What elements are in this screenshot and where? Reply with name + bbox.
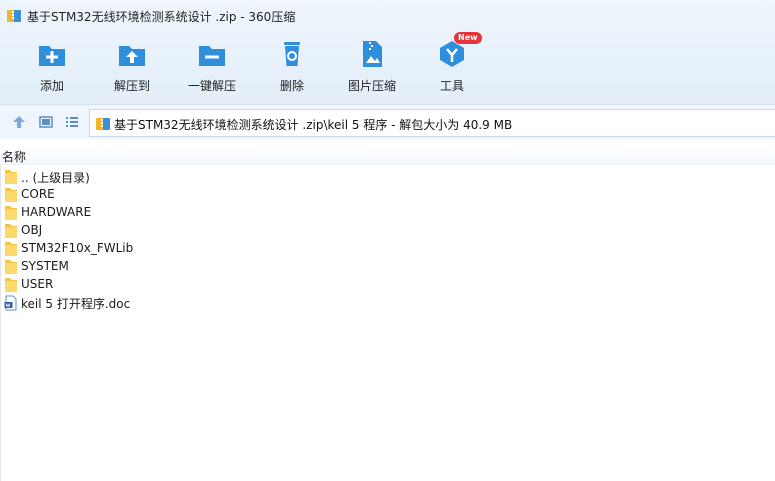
one-click-extract-icon (199, 46, 225, 66)
file-name: OBJ (21, 223, 43, 237)
list-item[interactable]: .. (上级目录) (0, 168, 775, 186)
folder-icon (5, 170, 17, 184)
list-item[interactable]: STM32F10x_FWLib (0, 240, 775, 258)
file-name: .. (上级目录) (21, 171, 90, 185)
title-bar: 基于STM32无线环境检测系统设计 .zip - 360压缩 (0, 0, 775, 32)
file-name: USER (21, 277, 54, 291)
folder-icon (5, 224, 17, 238)
one-click-extract-button[interactable]: 一键解压 (177, 34, 247, 98)
up-arrow-icon[interactable] (11, 114, 27, 130)
window-title: 基于STM32无线环境检测系统设计 .zip - 360压缩 (27, 10, 296, 24)
delete-icon (284, 42, 300, 66)
image-compress-icon (363, 41, 382, 67)
toolbar: 添加 解压到 一键解压 删除 图片压缩 New 工具 (0, 32, 775, 100)
extract-to-icon (119, 46, 145, 66)
add-icon (39, 46, 65, 66)
file-list: .. (上级目录) CORE HARDWARE OBJ STM32F10x_FW… (0, 168, 775, 312)
folder-icon (5, 188, 17, 202)
folder-icon (5, 242, 17, 256)
file-name: SYSTEM (21, 259, 69, 273)
new-badge: New (454, 32, 482, 44)
image-compress-label: 图片压缩 (347, 79, 396, 93)
one-click-extract-label: 一键解压 (187, 79, 236, 93)
extract-to-button[interactable]: 解压到 (97, 34, 167, 98)
word-document-icon (4, 295, 17, 311)
list-item[interactable]: OBJ (0, 222, 775, 240)
add-button[interactable]: 添加 (17, 34, 87, 98)
top-panel: 基于STM32无线环境检测系统设计 .zip - 360压缩 添加 解压到 一键… (0, 0, 775, 105)
extract-to-label: 解压到 (113, 79, 150, 93)
file-name: keil 5 打开程序.doc (21, 297, 131, 311)
file-name: HARDWARE (21, 205, 92, 219)
tools-label: 工具 (439, 79, 464, 93)
list-item[interactable]: HARDWARE (0, 204, 775, 222)
zip-app-icon (7, 10, 21, 22)
file-name: CORE (21, 187, 55, 201)
zip-file-icon (96, 118, 110, 130)
tools-button[interactable]: New 工具 (417, 32, 487, 98)
address-bar: 基于STM32无线环境检测系统设计 .zip\keil 5 程序 - 解包大小为… (0, 105, 775, 139)
list-item[interactable]: USER (0, 276, 775, 294)
list-header[interactable]: 名称 (0, 146, 775, 165)
list-item[interactable]: keil 5 打开程序.doc (0, 294, 775, 312)
thumbnail-view-icon[interactable] (38, 114, 54, 130)
add-label: 添加 (39, 79, 64, 93)
list-item[interactable]: SYSTEM (0, 258, 775, 276)
folder-icon (5, 260, 17, 274)
path-text: 基于STM32无线环境检测系统设计 .zip\keil 5 程序 - 解包大小为… (114, 118, 513, 132)
image-compress-button[interactable]: 图片压缩 (337, 34, 407, 98)
list-view-icon[interactable] (64, 114, 80, 130)
folder-icon (5, 278, 17, 292)
path-field[interactable]: 基于STM32无线环境检测系统设计 .zip\keil 5 程序 - 解包大小为… (89, 109, 775, 137)
folder-icon (5, 206, 17, 220)
file-name: STM32F10x_FWLib (21, 241, 134, 255)
name-column-header[interactable]: 名称 (2, 148, 26, 165)
delete-button[interactable]: 删除 (257, 34, 327, 98)
delete-label: 删除 (279, 79, 304, 93)
list-item[interactable]: CORE (0, 186, 775, 204)
